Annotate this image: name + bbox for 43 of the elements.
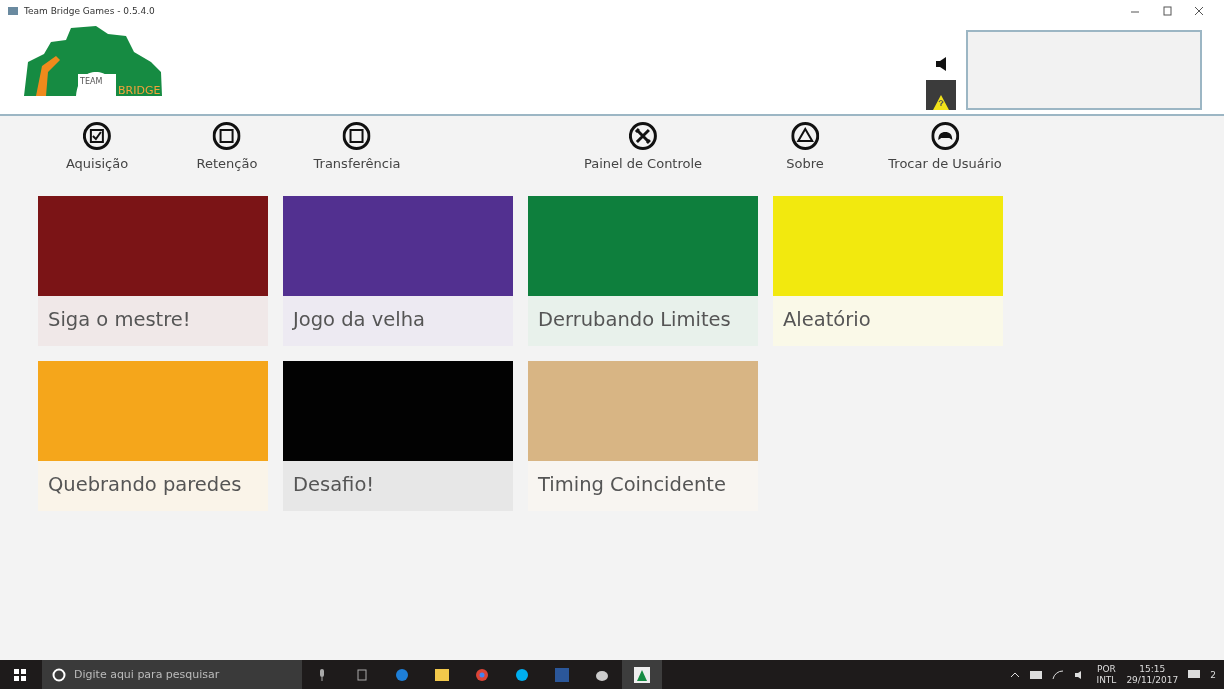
chrome-icon[interactable] bbox=[475, 667, 489, 682]
app-icon bbox=[8, 7, 18, 15]
game-tile-label[interactable]: Derrubando Limites bbox=[528, 296, 758, 346]
toolbar-button[interactable]: Sobre bbox=[786, 122, 824, 171]
microphone-icon[interactable] bbox=[318, 668, 326, 681]
toolbar-button[interactable]: Transferência bbox=[313, 122, 401, 171]
game-tile-label[interactable]: Desafio! bbox=[283, 461, 513, 511]
game-tile-label[interactable]: Quebrando paredes bbox=[38, 461, 268, 511]
window-title: Team Bridge Games - 0.5.4.0 bbox=[24, 6, 155, 16]
keyboard-layout-text[interactable]: INTL bbox=[1096, 674, 1117, 686]
circle-icon bbox=[52, 668, 66, 682]
game-tile-color[interactable] bbox=[528, 361, 758, 461]
task-view-icon[interactable] bbox=[356, 668, 368, 681]
game-tile-color[interactable] bbox=[283, 361, 513, 461]
game-tile-label[interactable]: Aleatório bbox=[773, 296, 1003, 346]
clock-time[interactable]: 15:15 bbox=[1139, 663, 1166, 675]
folder-icon[interactable] bbox=[435, 668, 449, 681]
logo-text: TEAM bbox=[80, 77, 103, 86]
toolbar-button[interactable]: Retenção bbox=[196, 122, 258, 171]
notification-count: 2 bbox=[1210, 669, 1216, 680]
game-tile-label[interactable]: Siga o mestre! bbox=[38, 296, 268, 346]
clock-date[interactable]: 29/11/2017 bbox=[1126, 674, 1179, 686]
speaker-icon[interactable] bbox=[934, 56, 948, 72]
toolbar-button[interactable]: Trocar de Usuário bbox=[888, 122, 1002, 171]
game-tile-color[interactable] bbox=[528, 196, 758, 296]
game-tile-color[interactable] bbox=[38, 196, 268, 296]
close-icon[interactable] bbox=[1194, 6, 1204, 16]
warning-button[interactable] bbox=[926, 80, 956, 110]
game-tile-color[interactable] bbox=[283, 196, 513, 296]
search-field[interactable]: Digite aqui para pesquisar bbox=[42, 660, 302, 689]
windows-icon[interactable] bbox=[14, 668, 26, 681]
toolbar-button[interactable]: Painel de Controle bbox=[583, 122, 703, 171]
game-tile-label[interactable]: Jogo da velha bbox=[283, 296, 513, 346]
restore-icon[interactable] bbox=[1162, 6, 1172, 16]
wifi-icon[interactable] bbox=[1052, 669, 1065, 680]
logo-text: BRIDGE bbox=[118, 84, 161, 97]
game-tile-label[interactable]: Timing Coincidente bbox=[528, 461, 758, 511]
toolbar-button[interactable]: Aquisição bbox=[65, 122, 129, 171]
warning-icon bbox=[932, 94, 950, 110]
game-tile-color[interactable] bbox=[773, 196, 1003, 296]
game-tile-color[interactable] bbox=[38, 361, 268, 461]
language-text[interactable]: POR bbox=[1097, 663, 1116, 675]
chevron-up-icon[interactable] bbox=[1010, 671, 1021, 678]
